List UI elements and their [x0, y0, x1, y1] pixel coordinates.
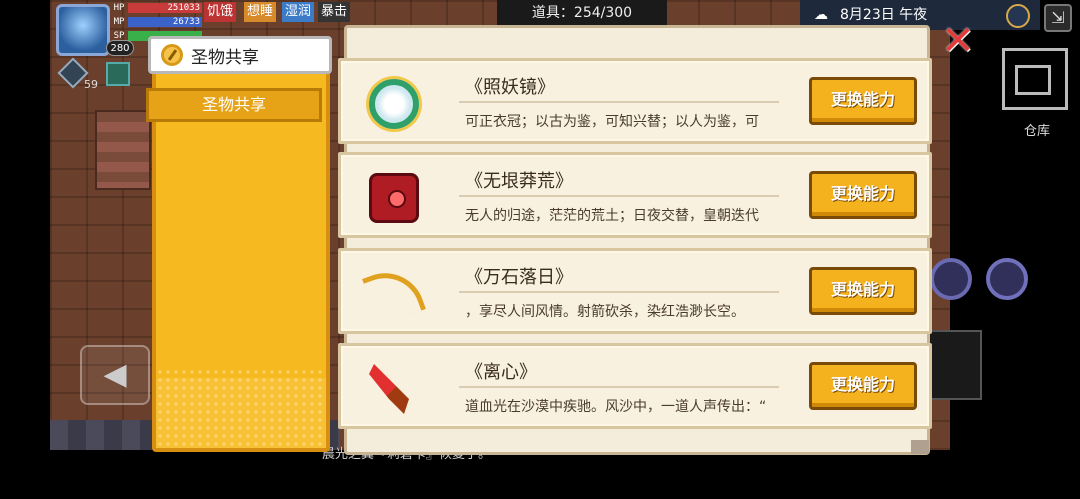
panel-corner	[911, 440, 929, 454]
hp-label: HP	[113, 3, 125, 13]
relic-name: 《离心》	[465, 362, 537, 383]
tab-label: 圣物共享	[191, 47, 259, 68]
divider	[459, 386, 779, 388]
tab-relic-share[interactable]: 圣物共享	[148, 36, 332, 74]
hp-bar: HP 251033	[110, 2, 202, 14]
change-ability-button[interactable]: 更换能力	[809, 267, 917, 315]
subtab-relic-share[interactable]: 圣物共享	[146, 88, 322, 122]
exit-icon[interactable]: ⇲	[1044, 4, 1072, 32]
belt-icon	[369, 173, 419, 223]
skill-tree-icon[interactable]	[928, 330, 982, 400]
list-item: 《万石落日》 ，享尽人间风情。射箭砍杀，染红浩渺长空。 更换能力	[338, 248, 932, 334]
item-capacity: 道具：254/300	[497, 0, 667, 26]
player-avatar[interactable]	[56, 4, 110, 56]
divider	[459, 195, 779, 197]
status-crit: 暴击	[318, 2, 351, 22]
relic-name: 《万石落日》	[465, 267, 573, 288]
change-ability-button[interactable]: 更换能力	[809, 362, 917, 410]
hp-value: 251033	[128, 3, 202, 13]
relic-ring-icon	[161, 44, 183, 66]
change-ability-button[interactable]: 更换能力	[809, 171, 917, 219]
level-badge: 280	[106, 40, 134, 56]
blade-icon	[369, 364, 409, 414]
skill-hex-icon[interactable]	[930, 258, 972, 300]
relic-desc: 无人的归途，茫茫的荒土；日夜交替，皇朝迭代	[465, 208, 759, 224]
map-icon[interactable]	[1002, 48, 1068, 110]
rug	[95, 110, 151, 190]
relic-desc: 道血光在沙漠中疾驰。风沙中，一道人声传出：“	[465, 399, 767, 415]
bow-icon	[361, 261, 427, 327]
date-text: 8月23日 午夜	[840, 7, 928, 23]
status-wet: 湿润	[282, 2, 315, 22]
change-ability-button[interactable]: 更换能力	[809, 77, 917, 125]
relic-name: 《照妖镜》	[465, 77, 555, 98]
divider	[459, 101, 779, 103]
cube-icon[interactable]	[106, 62, 130, 86]
relic-desc: ，享尽人间风情。射箭砍杀，染红浩渺长空。	[465, 304, 745, 320]
relic-name: 《无垠莽荒》	[465, 171, 573, 192]
mp-label: MP	[113, 17, 125, 27]
mirror-icon	[369, 79, 419, 129]
settings-hex-icon[interactable]	[986, 258, 1028, 300]
list-item: 《无垠莽荒》 无人的归途，茫茫的荒土；日夜交替，皇朝迭代 更换能力	[338, 152, 932, 238]
divider	[459, 291, 779, 293]
mp-bar: MP 26733	[110, 16, 202, 28]
list-item: 《离心》 道血光在沙漠中疾驰。风沙中，一道人声传出：“ 更换能力	[338, 343, 932, 429]
close-icon[interactable]: ✕	[940, 21, 976, 61]
warehouse-label[interactable]: 仓库	[1024, 120, 1050, 139]
joystick-left-arrow-icon[interactable]: ◀	[80, 345, 150, 405]
list-item: 《照妖镜》 可正衣冠；以古为鉴，可知兴替；以人为鉴，可 更换能力	[338, 58, 932, 144]
relic-desc: 可正衣冠；以古为鉴，可知兴替；以人为鉴，可	[465, 114, 759, 130]
status-hungry: 饥饿	[204, 2, 237, 22]
gem-count: 59	[84, 78, 98, 91]
status-sleepy: 想睡	[244, 2, 277, 22]
globe-icon[interactable]	[1006, 4, 1030, 28]
mp-value: 26733	[128, 17, 202, 27]
